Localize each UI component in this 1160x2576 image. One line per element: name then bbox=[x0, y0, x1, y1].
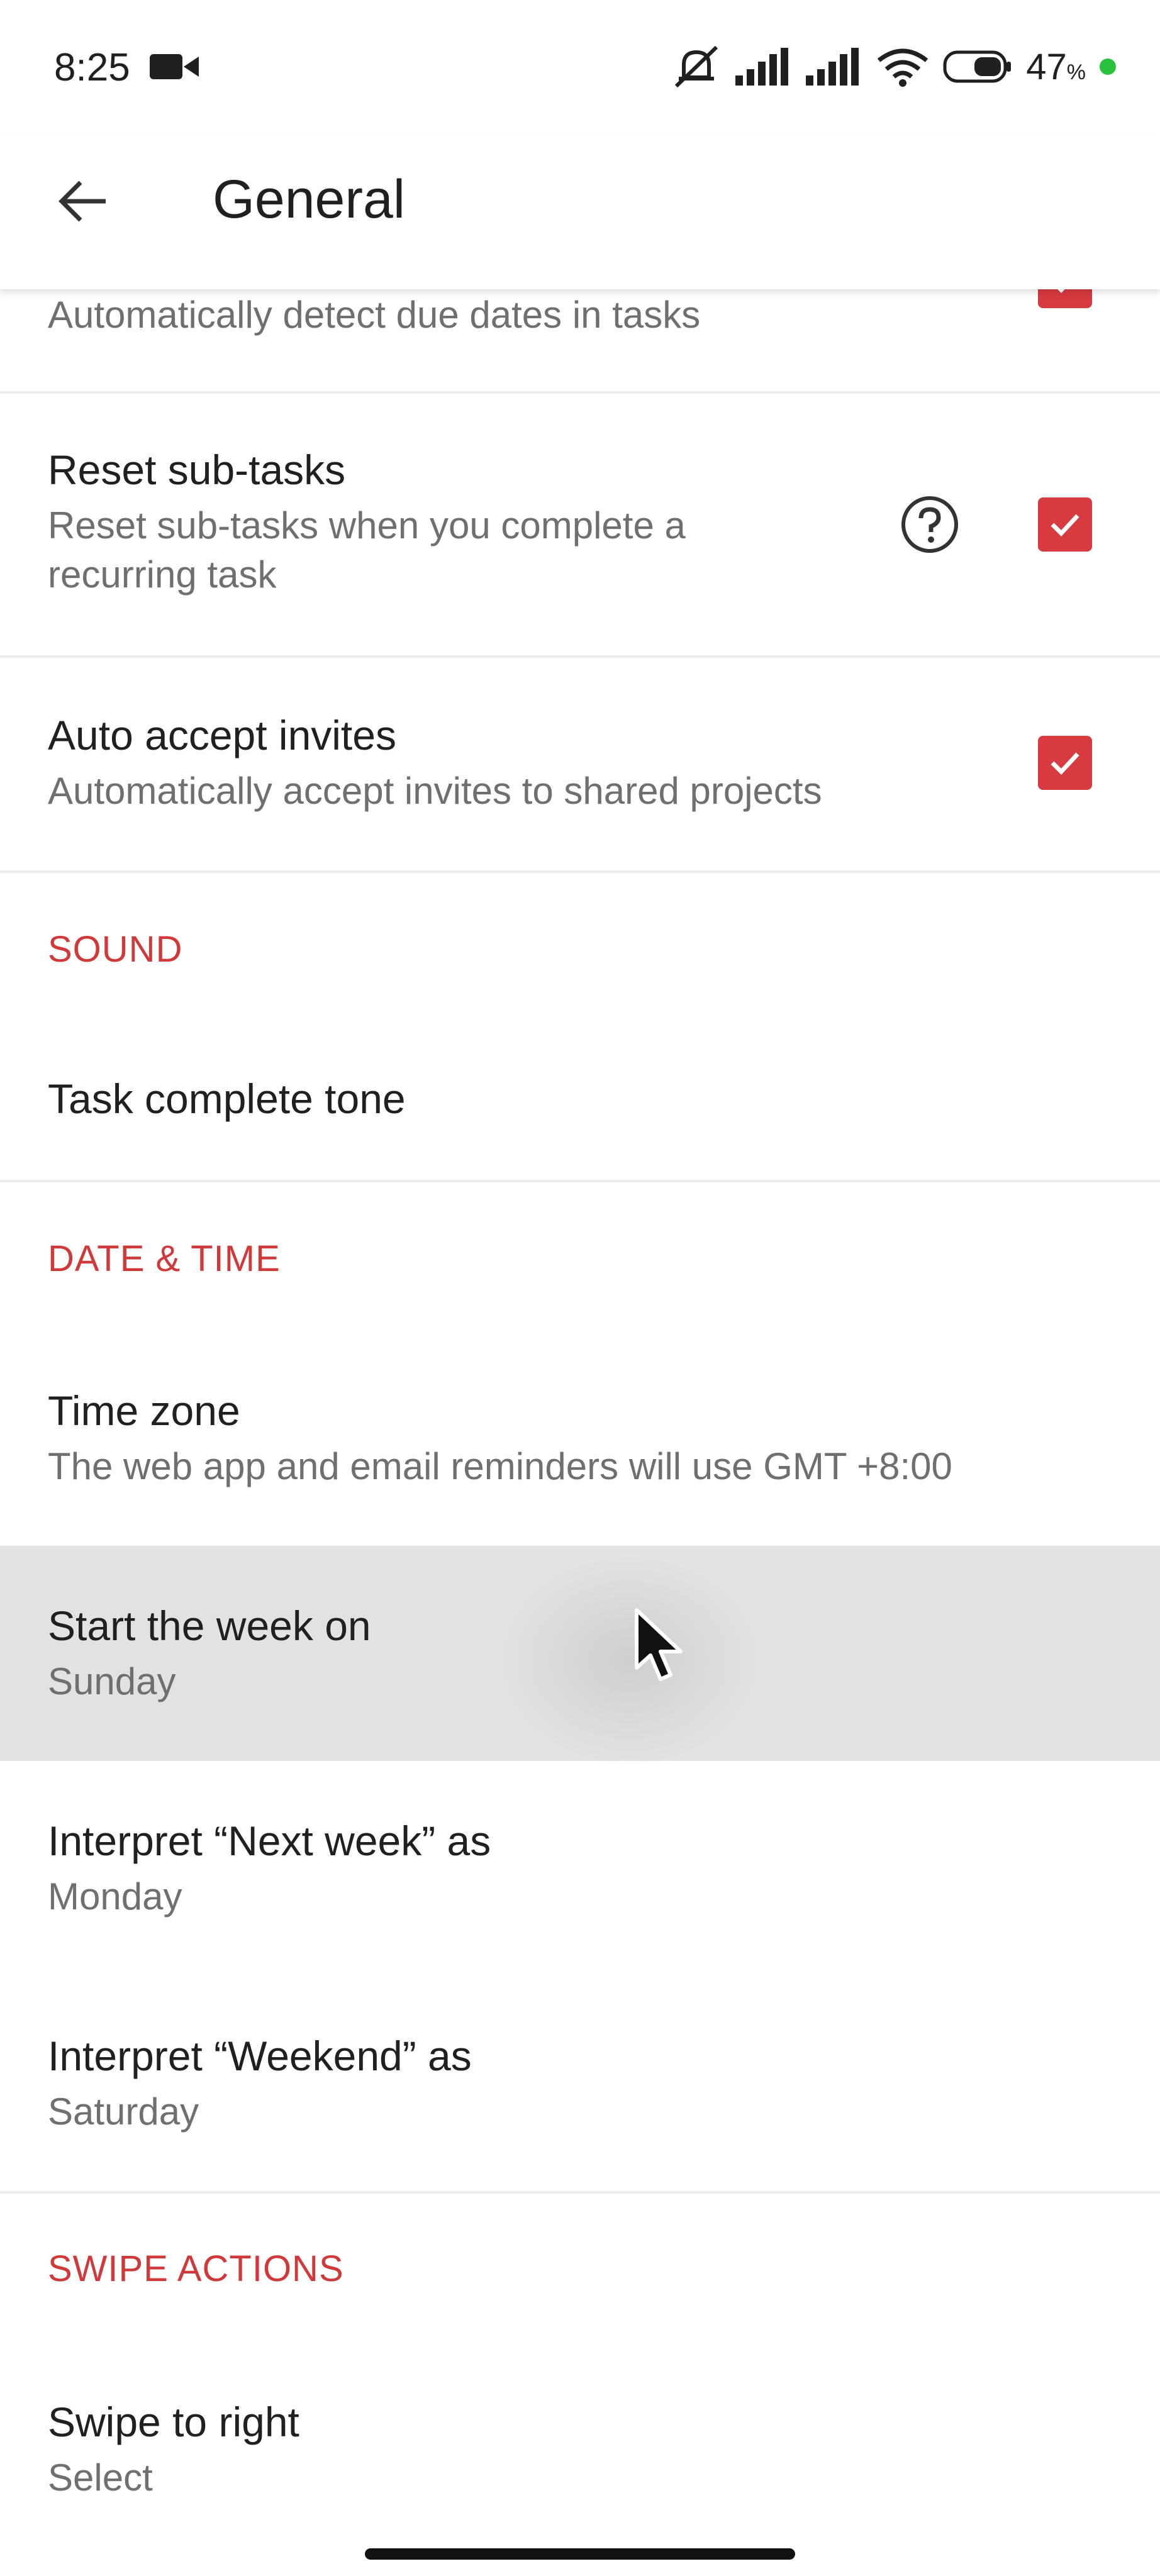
home-indicator[interactable] bbox=[365, 2548, 795, 2560]
check-icon bbox=[1051, 514, 1079, 537]
weekend-value: Saturday bbox=[48, 2090, 199, 2133]
divider bbox=[0, 2191, 1160, 2194]
divider bbox=[0, 1180, 1160, 1182]
next-week-value: Monday bbox=[48, 1875, 182, 1918]
swipe-right-value: Select bbox=[48, 2457, 153, 2499]
reset-subtasks-subtitle-line2: recurring task bbox=[48, 553, 277, 596]
reset-subtasks-subtitle-line1: Reset sub-tasks when you complete a bbox=[48, 504, 686, 547]
weekend-title: Interpret “Weekend” as bbox=[48, 2033, 472, 2079]
divider bbox=[0, 870, 1160, 873]
battery-icon bbox=[943, 50, 1012, 83]
swipe-actions-section-header: SWIPE ACTIONS bbox=[48, 2248, 344, 2289]
signal-2-icon bbox=[806, 48, 859, 86]
time-zone-title: Time zone bbox=[48, 1387, 240, 1434]
privacy-indicator-dot bbox=[1100, 58, 1116, 75]
reset-subtasks-title: Reset sub-tasks bbox=[48, 447, 346, 493]
arrow-left-icon bbox=[59, 180, 106, 222]
video-camera-icon bbox=[150, 54, 199, 79]
date-time-section-header: DATE & TIME bbox=[48, 1238, 281, 1279]
swipe-right-title: Swipe to right bbox=[48, 2399, 299, 2445]
auto-accept-title: Auto accept invites bbox=[48, 712, 396, 758]
smart-date-subtitle: Automatically detect due dates in tasks bbox=[48, 294, 701, 336]
status-indicators: 47% bbox=[671, 42, 1116, 92]
back-button[interactable] bbox=[45, 164, 121, 239]
weekend-row[interactable]: Interpret “Weekend” as Saturday bbox=[0, 1976, 1160, 2191]
auto-accept-checkbox[interactable] bbox=[1038, 736, 1092, 790]
mouse-cursor-icon bbox=[635, 1608, 683, 1681]
time-zone-subtitle: The web app and email reminders will use… bbox=[48, 1445, 952, 1488]
status-bar: 8:25 47% bbox=[0, 0, 1160, 132]
mute-bell-icon bbox=[675, 45, 718, 88]
wifi-icon bbox=[878, 48, 929, 87]
touch-ripple bbox=[497, 1553, 761, 1767]
app-bar: General bbox=[0, 132, 1160, 289]
auto-accept-row[interactable]: Auto accept invites Automatically accept… bbox=[0, 658, 1160, 870]
page-title: General bbox=[213, 169, 405, 230]
time-zone-row[interactable]: Time zone The web app and email reminder… bbox=[0, 1331, 1160, 1546]
smart-date-row[interactable]: Automatically detect due dates in tasks bbox=[0, 277, 1160, 390]
check-icon bbox=[1051, 752, 1079, 775]
next-week-row[interactable]: Interpret “Next week” as Monday bbox=[0, 1761, 1160, 1976]
next-week-title: Interpret “Next week” as bbox=[48, 1818, 491, 1864]
battery-percent: 47% bbox=[1026, 46, 1086, 87]
reset-subtasks-checkbox[interactable] bbox=[1038, 497, 1092, 552]
swipe-right-row[interactable]: Swipe to right Select bbox=[0, 2346, 1160, 2561]
help-icon[interactable] bbox=[900, 494, 960, 555]
sound-section-header: SOUND bbox=[48, 929, 183, 970]
task-complete-tone-row[interactable]: Task complete tone bbox=[0, 1031, 1160, 1180]
status-time: 8:25 bbox=[54, 46, 130, 89]
task-complete-tone-title: Task complete tone bbox=[48, 1075, 406, 1122]
signal-1-icon bbox=[735, 48, 789, 86]
reset-subtasks-row[interactable]: Reset sub-tasks Reset sub-tasks when you… bbox=[0, 394, 1160, 655]
auto-accept-subtitle: Automatically accept invites to shared p… bbox=[48, 770, 822, 813]
